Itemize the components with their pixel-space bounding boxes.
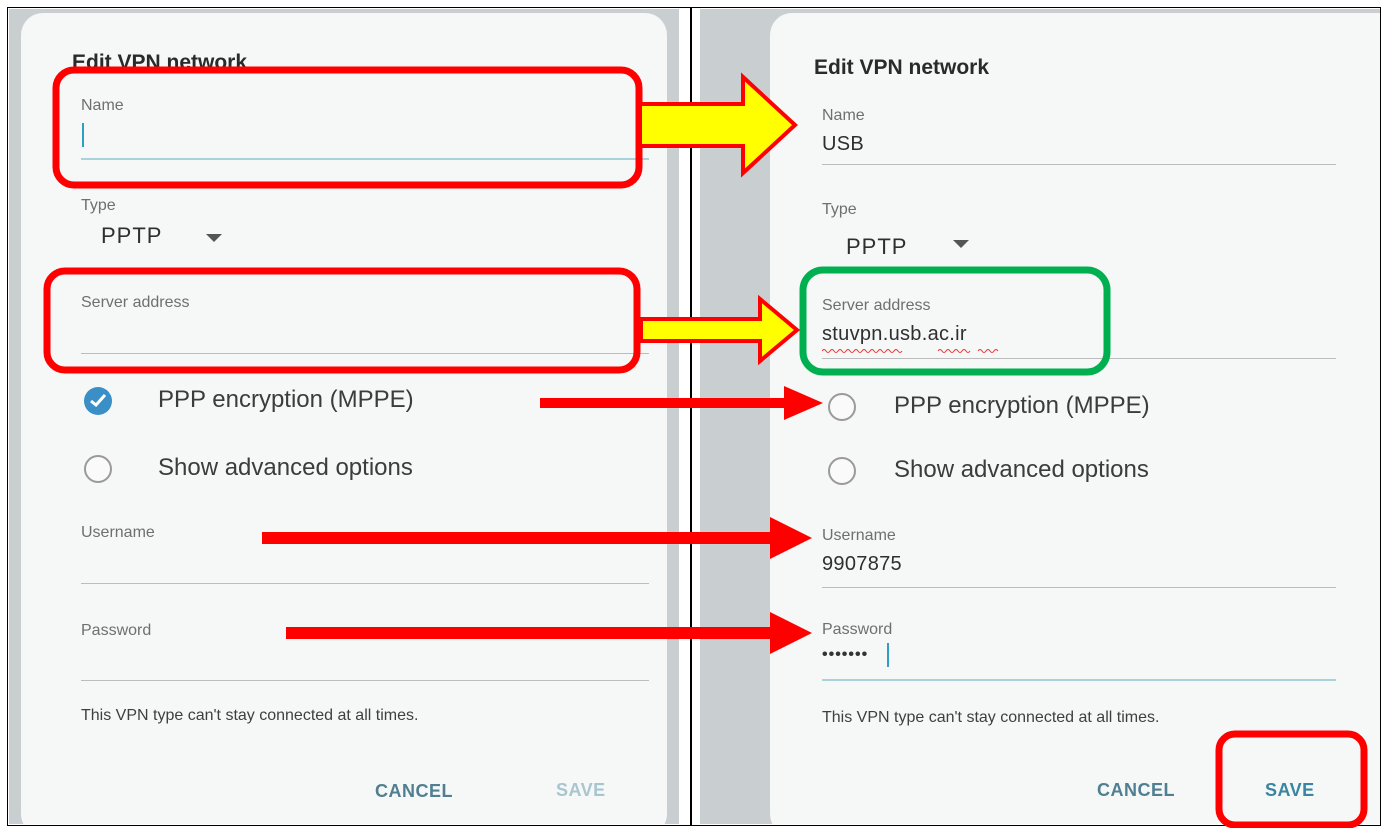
annotation-overlay [43, 66, 1368, 828]
name-arrow-icon [638, 72, 798, 178]
server-value-highlight-box [799, 266, 1111, 376]
save-highlight-box [1215, 730, 1368, 828]
username-arrow-icon [262, 517, 812, 559]
password-arrow-icon [286, 612, 812, 654]
server-arrow-icon [639, 294, 801, 366]
server-highlight-box [43, 267, 641, 374]
ppp-arrow-icon [540, 386, 823, 420]
name-highlight-box [52, 66, 643, 189]
